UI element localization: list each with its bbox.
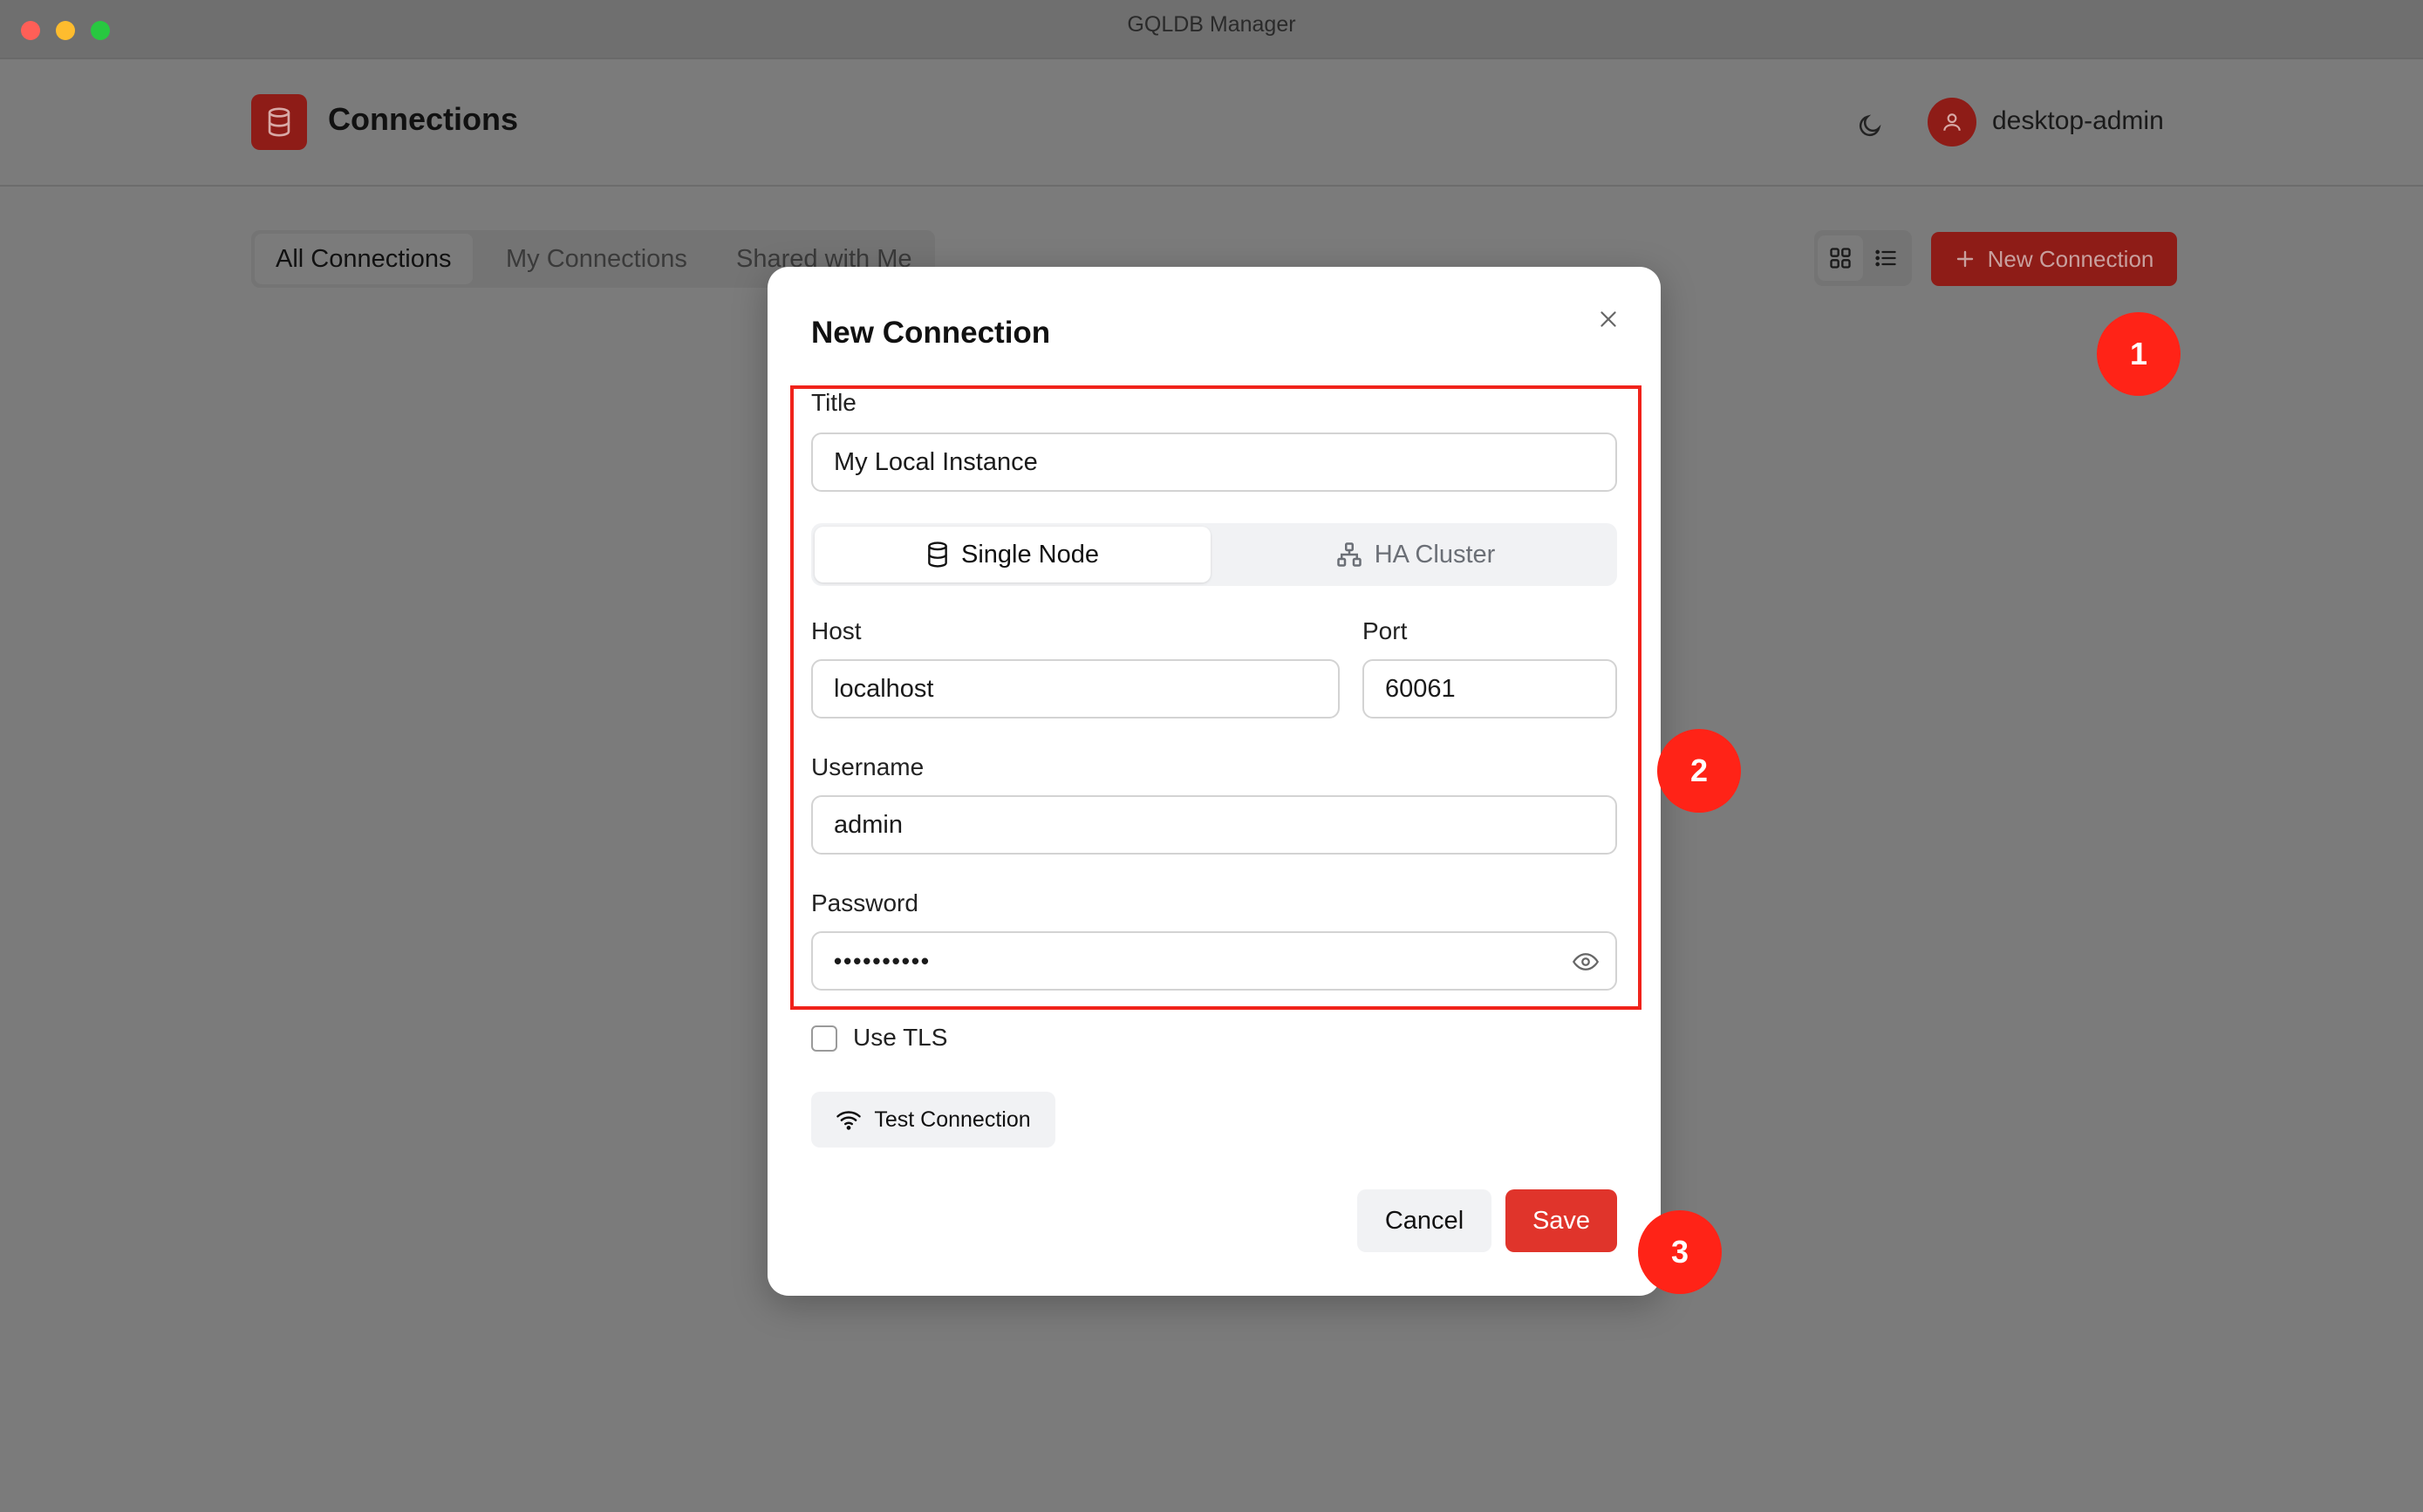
page-title: Connections (328, 101, 519, 137)
single-node-option[interactable]: Single Node (815, 527, 1211, 582)
password-input[interactable]: •••••••••• (811, 931, 1617, 991)
cluster-icon (1336, 542, 1362, 567)
dialog-title: New Connection (811, 316, 1051, 350)
ha-cluster-option[interactable]: HA Cluster (1218, 527, 1614, 582)
use-tls-checkbox[interactable] (811, 1025, 837, 1052)
user-icon[interactable] (1928, 98, 1976, 146)
host-label: Host (811, 617, 862, 644)
list-view-icon[interactable] (1863, 235, 1908, 281)
database-icon (251, 94, 307, 150)
window-titlebar: GQLDB Manager (0, 0, 2423, 59)
moon-icon[interactable] (1851, 106, 1889, 145)
step-badge-3: 3 (1638, 1210, 1722, 1294)
close-icon[interactable] (1591, 302, 1626, 337)
grid-view-icon[interactable] (1818, 235, 1863, 281)
title-label: Title (811, 389, 857, 416)
tab-my-connections[interactable]: My Connections (506, 230, 687, 288)
new-connection-dialog: New Connection Title My Local Instance S… (768, 267, 1661, 1296)
new-connection-button[interactable]: New Connection (1931, 232, 2177, 286)
step-badge-2: 2 (1657, 729, 1741, 813)
password-label: Password (811, 889, 918, 916)
plus-icon (1956, 250, 1973, 268)
window-title: GQLDB Manager (1127, 12, 1296, 37)
database-icon (928, 541, 947, 568)
title-input[interactable]: My Local Instance (811, 432, 1617, 492)
username[interactable]: desktop-admin (1992, 106, 2164, 136)
port-input[interactable]: 60061 (1362, 659, 1617, 719)
step-badge-1: 1 (2097, 312, 2181, 396)
host-input[interactable]: localhost (811, 659, 1340, 719)
ha-cluster-label: HA Cluster (1374, 540, 1496, 569)
app-header: Connections desktop-admin (0, 59, 2423, 187)
node-mode-segment: Single Node HA Cluster (811, 523, 1617, 586)
test-connection-label: Test Connection (874, 1107, 1031, 1132)
save-button[interactable]: Save (1505, 1189, 1617, 1252)
single-node-label: Single Node (961, 540, 1099, 569)
password-value: •••••••••• (834, 948, 932, 974)
wifi-icon (836, 1111, 862, 1130)
eye-icon[interactable] (1572, 950, 1600, 973)
use-tls-label: Use TLS (853, 1024, 948, 1051)
username-label: Username (811, 753, 925, 780)
tab-all-connections[interactable]: All Connections (255, 234, 473, 284)
test-connection-button[interactable]: Test Connection (811, 1092, 1055, 1148)
username-input[interactable]: admin (811, 795, 1617, 855)
view-mode-toggle (1814, 230, 1912, 286)
port-label: Port (1362, 617, 1408, 644)
cancel-button[interactable]: Cancel (1357, 1189, 1491, 1252)
new-connection-label: New Connection (1987, 245, 2154, 272)
